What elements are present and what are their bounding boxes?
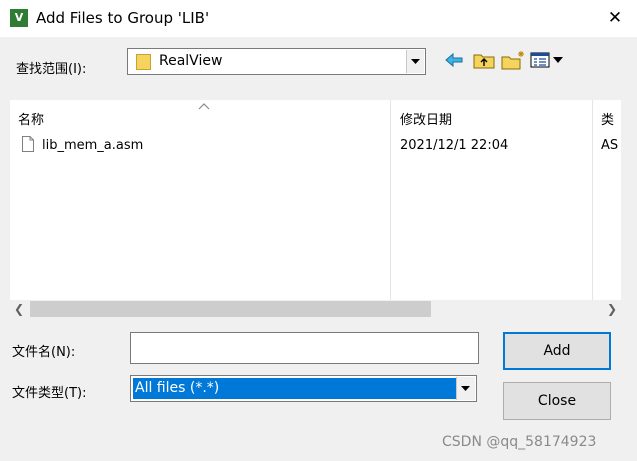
file-modified: 2021/12/1 22:04	[400, 138, 509, 153]
chevron-down-icon	[461, 386, 470, 391]
file-icon	[22, 136, 34, 152]
scroll-right-icon[interactable]: ❯	[603, 300, 621, 318]
lookin-dropdown[interactable]: RealView	[127, 48, 426, 75]
column-header-type[interactable]: 类	[601, 109, 614, 128]
column-divider	[390, 100, 391, 300]
file-list[interactable]: 名称 修改日期 类 lib_mem_a.asm 2021/12/1 22:04 …	[10, 100, 621, 318]
filetype-dropdown[interactable]: All files (*.*)	[130, 375, 477, 402]
folder-icon	[136, 54, 151, 70]
filename-input[interactable]	[130, 332, 479, 364]
view-menu-icon[interactable]	[530, 50, 566, 70]
file-name: lib_mem_a.asm	[42, 138, 144, 153]
add-button[interactable]: Add	[503, 332, 611, 370]
chevron-down-icon	[411, 59, 420, 64]
horizontal-scrollbar[interactable]: ❮ ❯	[10, 300, 621, 318]
column-header-modified[interactable]: 修改日期	[400, 109, 452, 128]
up-folder-icon[interactable]	[472, 50, 496, 70]
back-arrow-icon[interactable]	[444, 50, 464, 70]
column-divider	[592, 100, 593, 300]
filetype-value: All files (*.*)	[133, 378, 457, 399]
new-folder-icon[interactable]	[500, 50, 526, 70]
close-button[interactable]: Close	[503, 382, 611, 420]
window-title: Add Files to Group 'LIB'	[36, 9, 210, 27]
lookin-dropdown-button[interactable]	[406, 50, 424, 73]
filetype-label: 文件类型(T):	[12, 386, 87, 401]
filename-label: 文件名(N):	[12, 345, 76, 360]
filetype-dropdown-button[interactable]	[456, 377, 475, 400]
title-bar: V Add Files to Group 'LIB' ✕	[0, 0, 637, 37]
scroll-left-icon[interactable]: ❮	[10, 300, 28, 318]
file-type: AS	[601, 138, 619, 153]
lookin-label: 查找范围(I):	[16, 62, 87, 77]
app-icon: V	[10, 9, 28, 27]
watermark: CSDN @qq_58174923	[442, 434, 597, 450]
scroll-thumb[interactable]	[30, 301, 431, 317]
file-row[interactable]: lib_mem_a.asm 2021/12/1 22:04 AS	[10, 136, 621, 158]
column-header-name[interactable]: 名称	[18, 109, 44, 128]
sort-ascending-icon	[198, 103, 210, 110]
close-window-button[interactable]: ✕	[600, 4, 630, 32]
lookin-value: RealView	[159, 53, 223, 69]
